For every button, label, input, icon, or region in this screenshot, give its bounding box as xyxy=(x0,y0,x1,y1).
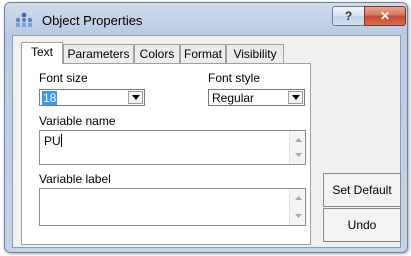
undo-button[interactable]: Undo xyxy=(323,208,401,242)
font-style-value: Regular xyxy=(212,91,255,105)
tab-format[interactable]: Format xyxy=(180,44,226,63)
variable-name-field[interactable]: PU xyxy=(39,130,306,165)
font-size-select[interactable]: 18 xyxy=(39,89,145,106)
help-button[interactable]: ? xyxy=(332,6,365,26)
font-size-label: Font size xyxy=(39,71,88,85)
scroll-up-icon[interactable] xyxy=(290,134,306,146)
variable-name-scrollbar[interactable] xyxy=(289,131,305,164)
window-title: Object Properties xyxy=(42,13,143,28)
object-properties-dialog: Object Properties ? ✕ Text Parameters Co… xyxy=(4,2,408,253)
title-bar[interactable]: Object Properties ? ✕ xyxy=(5,3,407,35)
chevron-down-icon[interactable] xyxy=(128,91,143,104)
set-default-button[interactable]: Set Default xyxy=(323,173,401,207)
tab-text[interactable]: Text xyxy=(21,42,63,64)
tab-parameters[interactable]: Parameters xyxy=(63,44,134,63)
tab-colors[interactable]: Colors xyxy=(134,44,180,63)
text-caret xyxy=(60,134,62,147)
dialog-body: Text Parameters Colors Format Visibility… xyxy=(12,35,401,248)
variable-name-label: Variable name xyxy=(39,114,116,128)
font-style-label: Font style xyxy=(208,71,261,85)
variable-label-field[interactable] xyxy=(39,188,306,226)
scroll-down-icon[interactable] xyxy=(290,210,306,222)
chevron-down-icon[interactable] xyxy=(288,91,303,104)
variable-label-label: Variable label xyxy=(39,172,111,186)
variable-name-value: PU xyxy=(44,134,61,148)
tab-visibility[interactable]: Visibility xyxy=(226,44,284,63)
object-properties-icon xyxy=(15,12,33,27)
scroll-up-icon[interactable] xyxy=(290,192,306,204)
font-size-value: 18 xyxy=(42,91,58,105)
close-button[interactable]: ✕ xyxy=(364,6,406,26)
text-tab-panel: Font size 18 Font style Regular Variable… xyxy=(21,63,311,245)
font-style-select[interactable]: Regular xyxy=(208,89,305,106)
scroll-down-icon[interactable] xyxy=(290,149,306,161)
variable-label-scrollbar[interactable] xyxy=(289,189,305,225)
